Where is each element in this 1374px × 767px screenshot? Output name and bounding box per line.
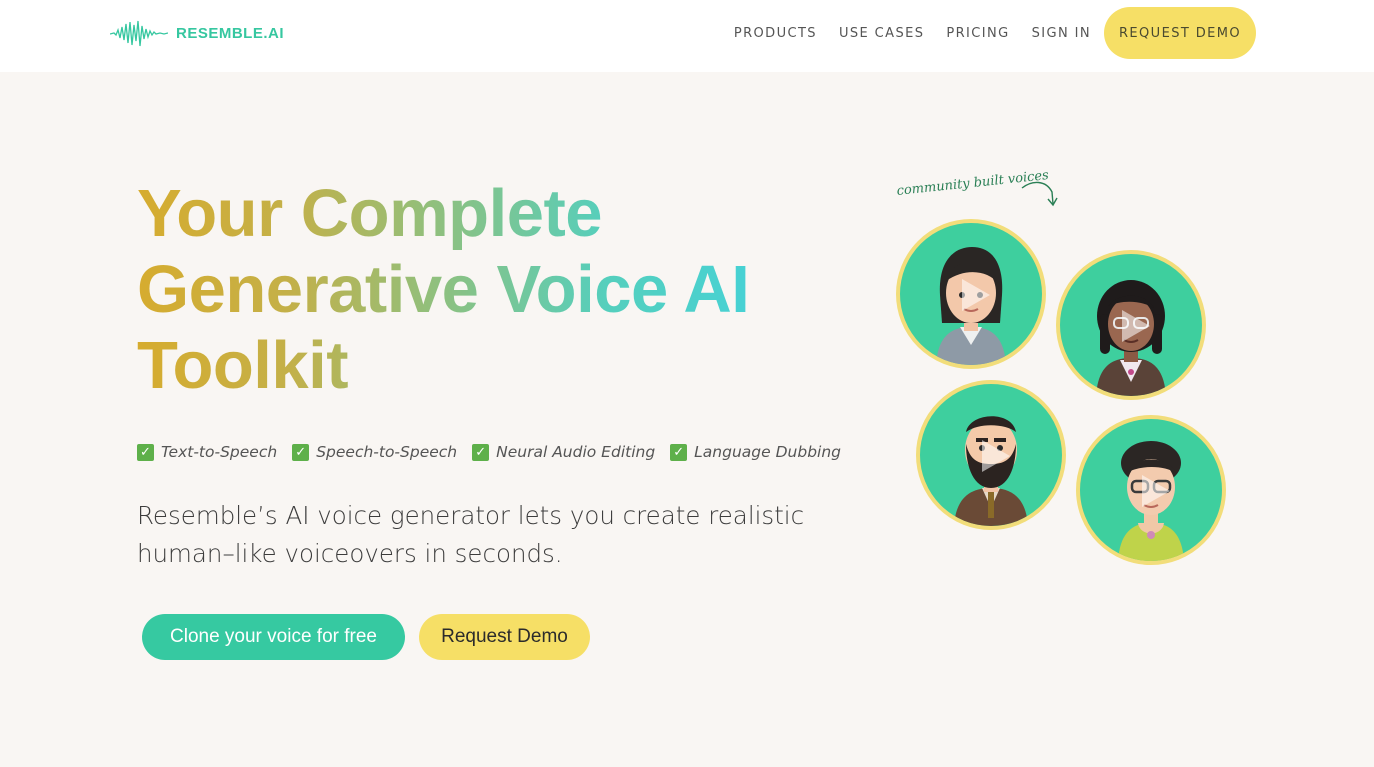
nav-use-cases[interactable]: USE CASES xyxy=(839,26,924,41)
request-demo-nav-button[interactable]: REQUEST DEMO xyxy=(1103,7,1256,59)
avatar-woman-curly-hair-glasses-icon xyxy=(1096,280,1166,396)
feature-item: ✓ Speech-to-Speech xyxy=(292,443,457,461)
feature-list: ✓ Text-to-Speech ✓ Speech-to-Speech ✓ Ne… xyxy=(137,443,856,461)
top-navigation-bar: RESEMBLE.AI PRODUCTS USE CASES PRICING S… xyxy=(0,0,1374,72)
feature-item: ✓ Neural Audio Editing xyxy=(472,443,655,461)
feature-item: ✓ Language Dubbing xyxy=(670,443,841,461)
feature-label: Speech-to-Speech xyxy=(316,443,458,461)
main-nav: PRODUCTS USE CASES PRICING SIGN IN REQUE… xyxy=(712,7,1256,59)
community-voices-note: community built voices xyxy=(896,168,1066,218)
feature-label: Text-to-Speech xyxy=(161,443,278,461)
nav-products[interactable]: PRODUCTS xyxy=(734,26,817,41)
brand-name: RESEMBLE.AI xyxy=(176,24,285,42)
voice-avatar-4[interactable] xyxy=(1076,415,1226,565)
hero-headline: Your Complete Generative Voice AI Toolki… xyxy=(137,176,857,404)
nav-sign-in[interactable]: SIGN IN xyxy=(1032,26,1091,41)
voice-avatar-2[interactable] xyxy=(1056,250,1206,400)
checkmark-icon: ✓ xyxy=(292,443,310,461)
checkmark-icon: ✓ xyxy=(670,443,688,461)
checkmark-icon: ✓ xyxy=(137,443,154,461)
curved-arrow-icon xyxy=(1021,181,1058,207)
checkmark-icon: ✓ xyxy=(472,443,490,461)
headline-line-2: Generative Voice AI xyxy=(137,252,857,328)
clone-voice-button[interactable]: Clone your voice for free xyxy=(142,614,405,660)
voice-avatar-1[interactable] xyxy=(896,219,1046,369)
avatar-woman-glasses-icon xyxy=(1118,441,1184,561)
brand-logo[interactable]: RESEMBLE.AI xyxy=(110,18,284,48)
headline-line-1: Your Complete xyxy=(137,176,857,252)
avatar-man-beard-icon xyxy=(954,416,1028,526)
hero-subtitle: Resemble’s AI voice generator lets you c… xyxy=(137,501,805,568)
avatar-woman-dark-hair-icon xyxy=(936,247,1006,365)
nav-pricing[interactable]: PRICING xyxy=(946,26,1009,41)
feature-label: Neural Audio Editing xyxy=(496,443,656,461)
request-demo-button[interactable]: Request Demo xyxy=(419,614,590,660)
feature-item: ✓ Text-to-Speech xyxy=(137,443,277,461)
headline-line-3: Toolkit xyxy=(137,328,857,404)
voice-avatar-3[interactable] xyxy=(916,380,1066,530)
waveform-icon xyxy=(110,20,168,47)
feature-label: Language Dubbing xyxy=(694,443,841,461)
